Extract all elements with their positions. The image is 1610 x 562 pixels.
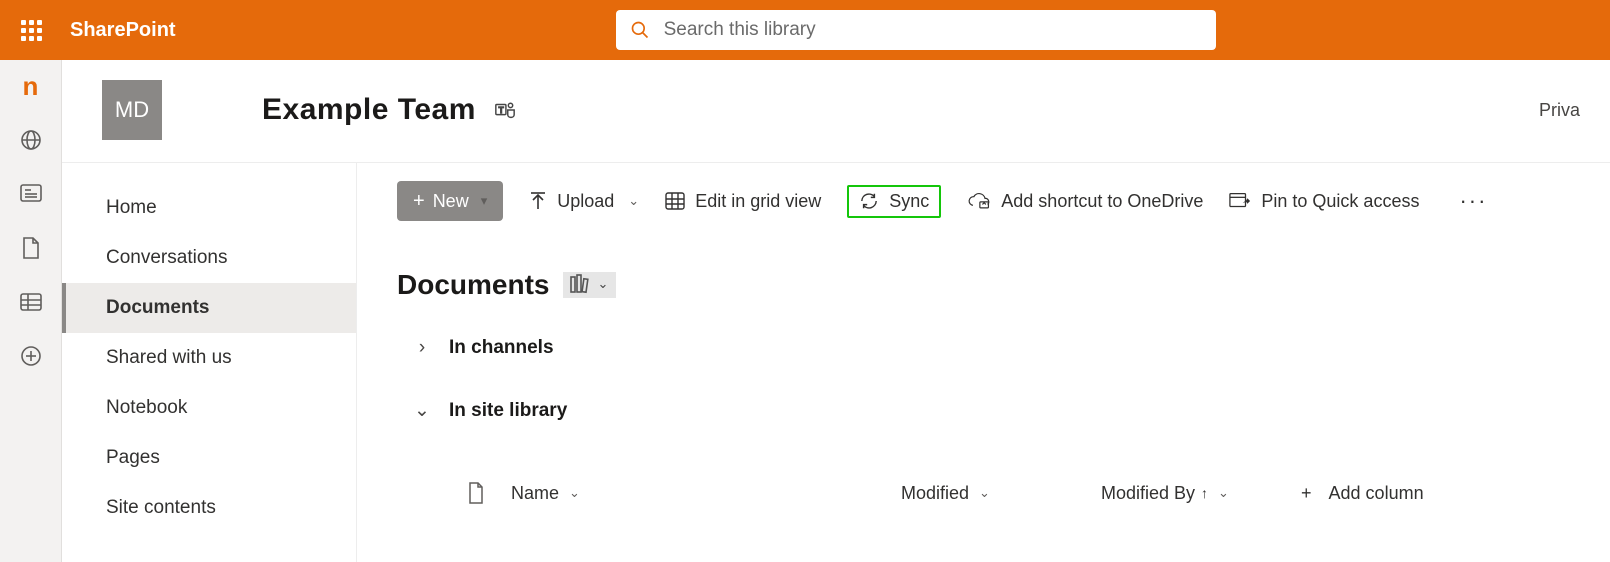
nav-shared[interactable]: Shared with us <box>62 333 356 383</box>
doc-type-icon[interactable] <box>467 482 485 504</box>
chevron-right-icon: › <box>413 337 431 359</box>
file-icon[interactable] <box>19 236 43 260</box>
new-button[interactable]: + New ▾ <box>397 181 503 221</box>
sync-label: Sync <box>889 191 929 212</box>
col-modified-by[interactable]: Modified By ↑ ⌄ <box>1101 483 1301 504</box>
onedrive-shortcut-icon <box>967 192 991 210</box>
privacy-label: Priva <box>1539 100 1580 121</box>
section-site-label: In site library <box>449 400 567 422</box>
chevron-down-icon: ⌄ <box>979 485 990 501</box>
site-header: MD Example Team T Priva <box>62 60 1610 163</box>
column-headers: Name ⌄ Modified ⌄ Modified By ↑ ⌄ + A <box>397 482 1610 504</box>
chevron-down-icon: ⌄ <box>597 276 608 292</box>
nav-home[interactable]: Home <box>62 183 356 233</box>
site-nav: Home Conversations Documents Shared with… <box>62 163 357 562</box>
grid-icon <box>665 192 685 210</box>
home-app-icon[interactable]: n <box>19 74 43 98</box>
search-input[interactable] <box>664 19 1202 41</box>
sync-button[interactable]: Sync <box>847 185 941 218</box>
nav-conversations[interactable]: Conversations <box>62 233 356 283</box>
product-name[interactable]: SharePoint <box>70 19 176 42</box>
plus-icon: + <box>413 190 425 213</box>
news-icon[interactable] <box>19 182 43 206</box>
svg-text:T: T <box>498 106 503 115</box>
view-selector[interactable]: ⌄ <box>563 272 616 298</box>
nav-pages[interactable]: Pages <box>62 433 356 483</box>
chevron-down-icon: ▾ <box>481 193 488 209</box>
col-modifiedby-label: Modified By <box>1101 483 1195 504</box>
pin-label: Pin to Quick access <box>1261 191 1419 212</box>
sync-icon <box>859 192 879 210</box>
chevron-down-icon: ⌄ <box>1218 485 1229 501</box>
add-icon[interactable] <box>19 344 43 368</box>
suite-header: SharePoint <box>0 0 1610 60</box>
pin-button[interactable]: Pin to Quick access <box>1229 191 1419 212</box>
grid-button[interactable]: Edit in grid view <box>665 191 821 212</box>
library-page: + New ▾ Upload ⌄ Edit in grid view <box>357 163 1610 562</box>
list-icon[interactable] <box>19 290 43 314</box>
plus-icon: + <box>1301 483 1312 504</box>
col-name-label: Name <box>511 483 559 504</box>
sort-asc-icon: ↑ <box>1201 485 1208 501</box>
pin-icon <box>1229 192 1251 210</box>
chevron-down-icon: ⌄ <box>628 193 639 209</box>
teams-icon[interactable]: T <box>494 99 516 121</box>
more-commands[interactable]: ··· <box>1459 188 1487 214</box>
col-modified[interactable]: Modified ⌄ <box>901 483 1101 504</box>
app-rail: n <box>0 60 62 562</box>
site-logo[interactable]: MD <box>102 80 162 140</box>
new-label: New <box>433 191 469 212</box>
add-column-label: Add column <box>1329 483 1424 504</box>
nav-notebook[interactable]: Notebook <box>62 383 356 433</box>
upload-icon <box>529 191 547 211</box>
add-column[interactable]: + Add column <box>1301 483 1424 504</box>
col-modified-label: Modified <box>901 483 969 504</box>
site-title[interactable]: Example Team <box>262 93 476 127</box>
shortcut-button[interactable]: Add shortcut to OneDrive <box>967 191 1203 212</box>
stack-icon <box>569 274 591 294</box>
upload-label: Upload <box>557 191 614 212</box>
section-channels-label: In channels <box>449 337 554 359</box>
nav-sitecontents[interactable]: Site contents <box>62 483 356 533</box>
waffle-icon <box>21 20 42 41</box>
nav-documents[interactable]: Documents <box>62 283 356 333</box>
chevron-down-icon: ⌄ <box>569 485 580 501</box>
globe-icon[interactable] <box>19 128 43 152</box>
col-name[interactable]: Name ⌄ <box>511 483 901 504</box>
library-title: Documents <box>397 269 549 301</box>
section-site-library[interactable]: ⌄ In site library <box>397 399 1610 422</box>
upload-button[interactable]: Upload ⌄ <box>529 191 639 212</box>
shortcut-label: Add shortcut to OneDrive <box>1001 191 1203 212</box>
search-box[interactable] <box>616 10 1216 50</box>
chevron-down-icon: ⌄ <box>413 399 431 422</box>
search-icon <box>630 20 650 40</box>
section-channels[interactable]: › In channels <box>397 337 1610 359</box>
command-bar: + New ▾ Upload ⌄ Edit in grid view <box>397 177 1610 225</box>
app-launcher[interactable] <box>0 0 62 60</box>
grid-label: Edit in grid view <box>695 191 821 212</box>
